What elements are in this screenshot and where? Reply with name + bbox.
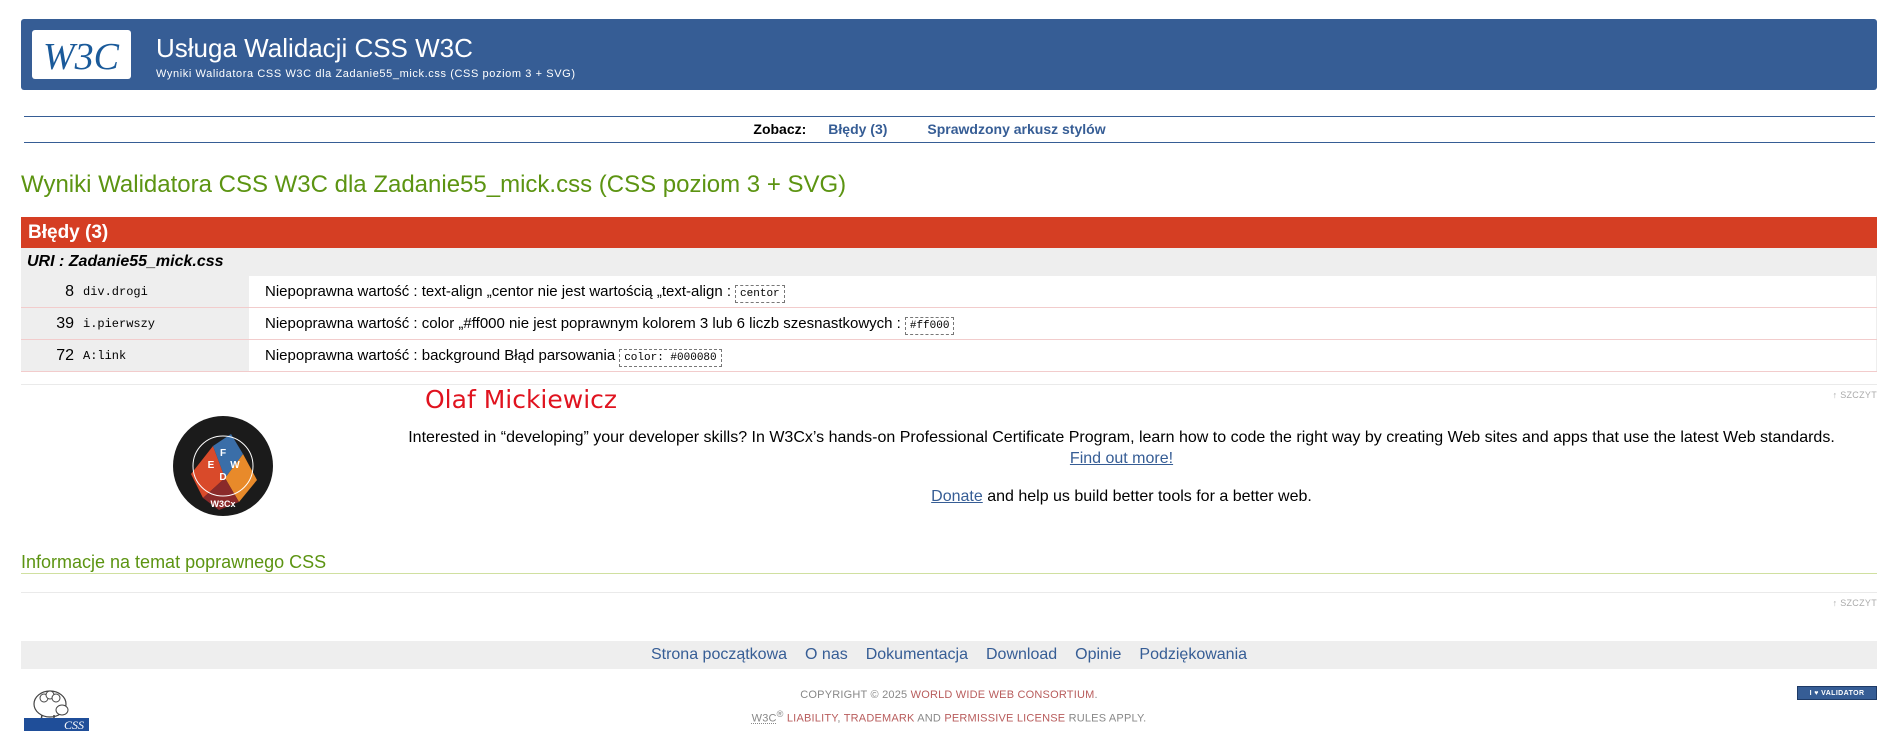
table-row: 72 A:link Niepoprawna wartość : backgrou… (21, 340, 1877, 372)
rules-text: RULES APPLY. (1065, 713, 1146, 725)
error-text: Niepoprawna wartość : color „#ff000 nie … (265, 315, 901, 332)
errors-table: 8 div.drogi Niepoprawna wartość : text-a… (21, 276, 1877, 372)
footer-link-credits[interactable]: Podziękowania (1139, 646, 1247, 664)
trademark-link[interactable]: TRADEMARK (844, 713, 915, 725)
footer-nav: Strona początkowa O nas Dokumentacja Dow… (21, 641, 1877, 669)
header-banner: W3C Usługa Walidacji CSS W3C Wyniki Wali… (21, 19, 1877, 90)
svg-text:W3Cx: W3Cx (210, 499, 235, 509)
w3c-link[interactable]: WORLD WIDE WEB CONSORTIUM (911, 689, 1095, 701)
error-context: div.drogi (78, 276, 249, 307)
table-row: 39 i.pierwszy Niepoprawna wartość : colo… (21, 308, 1877, 340)
i-love-validator-badge[interactable]: I ♥ VALIDATOR (1797, 686, 1877, 700)
error-line-number: 72 (21, 340, 78, 371)
section-divider (21, 384, 1877, 385)
promo-body: Interested in “developing” your develope… (408, 429, 1835, 446)
table-row: 8 div.drogi Niepoprawna wartość : text-a… (21, 276, 1877, 308)
nav-bottom-rule (24, 142, 1875, 143)
footer-link-docs[interactable]: Dokumentacja (866, 646, 968, 664)
promo-text: Interested in “developing” your develope… (405, 427, 1838, 469)
results-nav: Zobacz: Błędy (3) Sprawdzony arkusz styl… (24, 116, 1875, 142)
nav-label: Zobacz: (753, 121, 806, 137)
page-header-subtitle: Wyniki Walidatora CSS W3C dla Zadanie55_… (156, 68, 576, 80)
copyright-line: COPYRIGHT © 2025 WORLD WIDE WEB CONSORTI… (21, 686, 1877, 705)
nav-link-errors[interactable]: Błędy (3) (828, 121, 887, 137)
copyright-dot: . (1094, 689, 1097, 701)
error-code: #ff000 (905, 317, 955, 335)
svg-text:E: E (208, 460, 215, 471)
error-message: Niepoprawna wartość : text-align „centor… (249, 276, 1877, 307)
error-text: Niepoprawna wartość : background Błąd pa… (265, 347, 615, 364)
donate-text: and help us build better tools for a bet… (983, 488, 1312, 505)
section-divider (21, 592, 1877, 593)
info-section-title: Informacje na temat poprawnego CSS (21, 552, 326, 573)
error-message: Niepoprawna wartość : background Błąd pa… (249, 340, 1877, 371)
footer-link-about[interactable]: O nas (805, 646, 848, 664)
and-text: AND (915, 713, 945, 725)
w3cx-badge-icon[interactable]: F E D W W3Cx (173, 416, 273, 516)
error-line-number: 8 (21, 276, 78, 307)
error-code: color: #000080 (619, 349, 721, 367)
back-to-top-link[interactable]: ↑ SZCZYT (1833, 390, 1877, 400)
author-name: Olaf Mickiewicz (425, 385, 617, 414)
w3c-logo[interactable]: W3C (32, 30, 131, 79)
error-code: centor (735, 285, 785, 303)
footer-link-feedback[interactable]: Opinie (1075, 646, 1121, 664)
donate-link[interactable]: Donate (931, 488, 983, 505)
copyright-notice: COPYRIGHT © 2025 WORLD WIDE WEB CONSORTI… (21, 686, 1877, 729)
page-header-title: Usługa Walidacji CSS W3C (156, 33, 473, 64)
license-line: W3C® LIABILITY, TRADEMARK AND PERMISSIVE… (21, 705, 1877, 729)
registered-mark: ® (777, 709, 784, 719)
back-to-top-link[interactable]: ↑ SZCZYT (1833, 598, 1877, 608)
uri-row: URI : Zadanie55_mick.css (21, 248, 1877, 276)
results-title: Wyniki Walidatora CSS W3C dla Zadanie55_… (21, 171, 846, 199)
info-divider (21, 573, 1877, 574)
nav-link-stylesheet[interactable]: Sprawdzony arkusz stylów (927, 121, 1105, 137)
footer-link-download[interactable]: Download (986, 646, 1057, 664)
donate-line: Donate and help us build better tools fo… (405, 488, 1838, 506)
error-context: A:link (78, 340, 249, 371)
svg-text:W: W (230, 460, 240, 471)
error-context: i.pierwszy (78, 308, 249, 339)
liability-link[interactable]: LIABILITY (784, 713, 838, 725)
error-message: Niepoprawna wartość : color „#ff000 nie … (249, 308, 1877, 339)
svg-text:W3C: W3C (43, 36, 120, 77)
errors-header: Błędy (3) (21, 217, 1877, 248)
footer-link-home[interactable]: Strona początkowa (651, 646, 787, 664)
error-line-number: 39 (21, 308, 78, 339)
svg-text:D: D (219, 472, 226, 483)
error-text: Niepoprawna wartość : text-align „centor… (265, 283, 731, 300)
svg-text:F: F (220, 448, 226, 459)
w3c-abbr: W3C (752, 713, 777, 725)
copyright-text: COPYRIGHT © 2025 (800, 689, 910, 701)
license-link[interactable]: PERMISSIVE LICENSE (944, 713, 1065, 725)
find-out-more-link[interactable]: Find out more! (1070, 450, 1173, 467)
